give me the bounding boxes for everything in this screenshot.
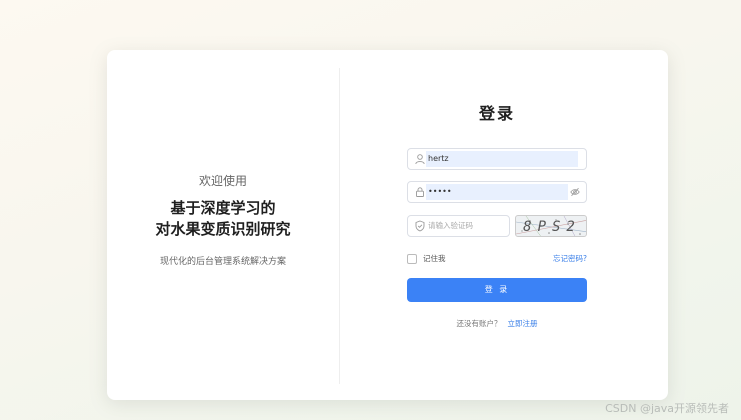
captcha-image[interactable]: 8PS2 bbox=[515, 215, 587, 237]
shield-check-icon bbox=[415, 220, 425, 232]
welcome-text: 欢迎使用 bbox=[198, 174, 247, 188]
register-prompt: 还没有账户？ 立即注册 bbox=[407, 318, 587, 329]
lock-icon bbox=[416, 187, 424, 197]
system-subtitle: 现代化的后台管理系统解决方案 bbox=[159, 257, 286, 267]
remember-me[interactable]: 记住我 bbox=[407, 253, 446, 264]
eye-off-icon[interactable] bbox=[570, 187, 580, 197]
username-field[interactable]: hertz bbox=[407, 148, 587, 170]
captcha-text: 8PS2 bbox=[523, 219, 581, 235]
login-title: 登录 bbox=[478, 104, 515, 123]
forgot-password-link[interactable]: 忘记密码? bbox=[547, 253, 587, 264]
remember-label: 记住我 bbox=[423, 254, 446, 263]
username-input[interactable]: hertz bbox=[426, 151, 578, 167]
panel-divider bbox=[339, 68, 340, 384]
system-title-line1: 基于深度学习的 bbox=[170, 199, 276, 217]
system-title-line2: 对水果变质识别研究 bbox=[155, 220, 291, 238]
system-title: 基于深度学习的 对水果变质识别研究 bbox=[107, 198, 339, 240]
intro-panel: 欢迎使用 基于深度学习的 对水果变质识别研究 现代化的后台管理系统解决方案 bbox=[107, 50, 339, 400]
password-input[interactable]: ••••• bbox=[426, 184, 568, 200]
remember-checkbox[interactable] bbox=[407, 254, 417, 264]
user-icon bbox=[415, 154, 425, 165]
register-prompt-text: 还没有账户？ bbox=[456, 319, 502, 328]
login-button[interactable]: 登 录 bbox=[407, 278, 587, 302]
captcha-field[interactable]: 请输入验证码 bbox=[407, 215, 510, 237]
captcha-input[interactable]: 请输入验证码 bbox=[428, 216, 473, 236]
login-card: 欢迎使用 基于深度学习的 对水果变质识别研究 现代化的后台管理系统解决方案 登录… bbox=[107, 50, 668, 400]
register-link[interactable]: 立即注册 bbox=[508, 319, 538, 328]
password-field[interactable]: ••••• bbox=[407, 181, 587, 203]
csdn-watermark: CSDN @java开源领先者 bbox=[605, 402, 729, 415]
